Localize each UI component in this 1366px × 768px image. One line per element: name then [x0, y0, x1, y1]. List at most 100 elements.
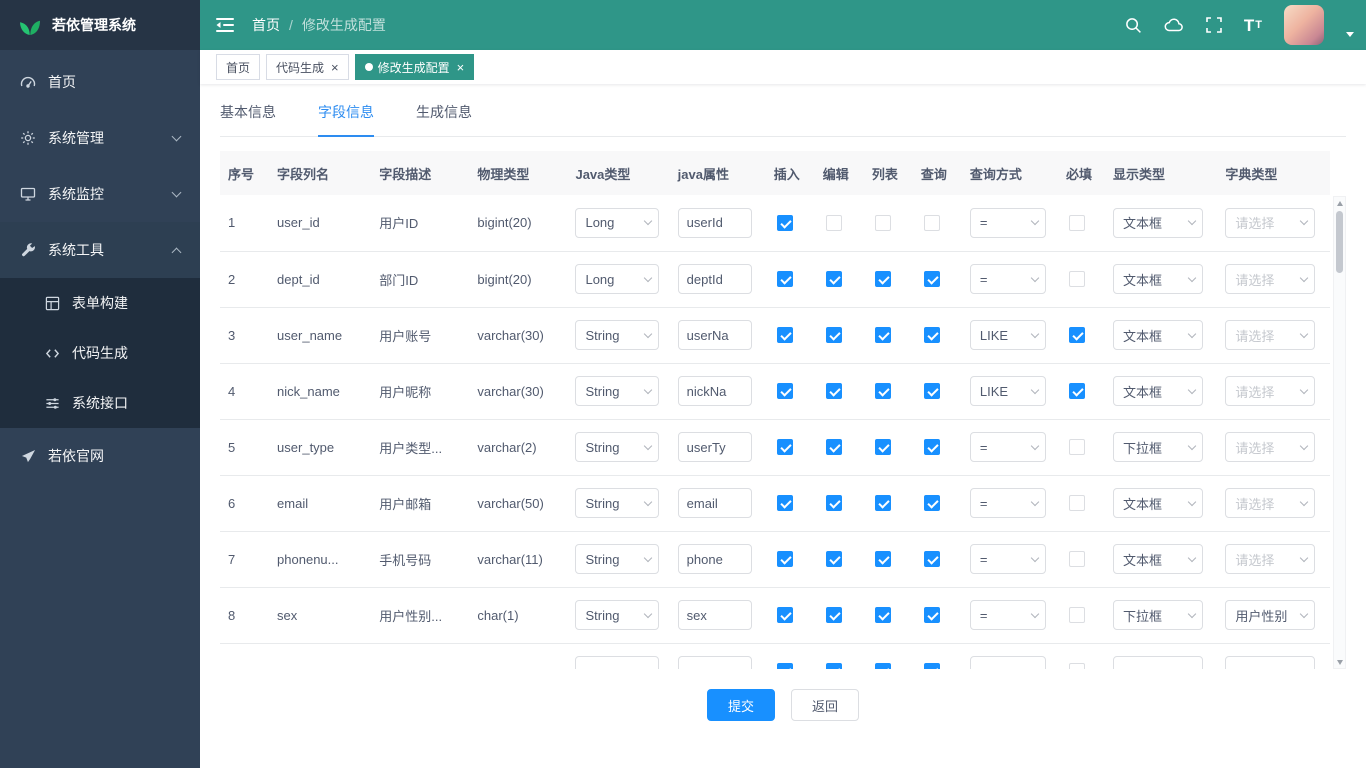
back-button[interactable]: 返回: [791, 689, 859, 721]
edit-checkbox[interactable]: [826, 383, 842, 399]
edit-checkbox[interactable]: [826, 607, 842, 623]
edit-checkbox[interactable]: [826, 495, 842, 511]
sidebar-item-form-builder[interactable]: 表单构建: [0, 278, 200, 328]
html-type-select[interactable]: 文本框: [1113, 376, 1203, 406]
scroll-up-arrow-icon[interactable]: [1334, 197, 1345, 209]
dict-type-select[interactable]: 请选择: [1225, 320, 1315, 350]
insert-checkbox[interactable]: [777, 495, 793, 511]
java-type-select[interactable]: Long: [575, 208, 659, 238]
sidebar-toggle-icon[interactable]: [216, 17, 234, 33]
required-checkbox[interactable]: [1069, 383, 1085, 399]
sidebar-item-system-management[interactable]: 系统管理: [0, 110, 200, 166]
list-checkbox[interactable]: [875, 439, 891, 455]
java-type-select[interactable]: Long: [575, 264, 659, 294]
java-type-select[interactable]: String: [575, 432, 659, 462]
dict-type-select[interactable]: 请选择: [1225, 488, 1315, 518]
java-type-select[interactable]: String: [575, 488, 659, 518]
sidebar-item-system-monitoring[interactable]: 系统监控: [0, 166, 200, 222]
html-type-select[interactable]: 文本框: [1113, 208, 1203, 238]
insert-checkbox[interactable]: [777, 215, 793, 231]
java-field-input[interactable]: phone: [678, 544, 752, 574]
html-type-select[interactable]: 文本框: [1113, 264, 1203, 294]
required-checkbox[interactable]: [1069, 271, 1085, 287]
java-type-select[interactable]: String: [575, 376, 659, 406]
html-type-select[interactable]: [1113, 656, 1203, 669]
edit-checkbox[interactable]: [826, 663, 842, 669]
java-field-input[interactable]: email: [678, 488, 752, 518]
scroll-down-arrow-icon[interactable]: [1334, 656, 1345, 668]
required-checkbox[interactable]: [1069, 439, 1085, 455]
java-field-input[interactable]: nickNa: [678, 376, 752, 406]
query-type-select[interactable]: =: [970, 600, 1046, 630]
query-checkbox[interactable]: [924, 663, 940, 669]
search-icon[interactable]: [1125, 17, 1142, 34]
list-checkbox[interactable]: [875, 215, 891, 231]
tag-home[interactable]: 首页: [216, 54, 260, 80]
required-checkbox[interactable]: [1069, 551, 1085, 567]
query-type-select[interactable]: [970, 656, 1046, 669]
tab-generate-info[interactable]: 生成信息: [416, 102, 472, 137]
query-type-select[interactable]: LIKE: [970, 320, 1046, 350]
html-type-select[interactable]: 下拉框: [1113, 432, 1203, 462]
sidebar-item-official-site[interactable]: 若依官网: [0, 428, 200, 484]
dict-type-select[interactable]: 请选择: [1225, 432, 1315, 462]
query-type-select[interactable]: =: [970, 432, 1046, 462]
required-checkbox[interactable]: [1069, 327, 1085, 343]
query-type-select[interactable]: =: [970, 544, 1046, 574]
sidebar-item-system-tools[interactable]: 系统工具: [0, 222, 200, 278]
table-scrollbar[interactable]: [1333, 196, 1346, 669]
java-type-select[interactable]: [575, 656, 659, 669]
dict-type-select[interactable]: 用户性别: [1225, 600, 1315, 630]
dict-type-select[interactable]: 请选择: [1225, 208, 1315, 238]
list-checkbox[interactable]: [875, 551, 891, 567]
list-checkbox[interactable]: [875, 495, 891, 511]
scrollbar-thumb[interactable]: [1336, 211, 1343, 273]
edit-checkbox[interactable]: [826, 551, 842, 567]
list-checkbox[interactable]: [875, 607, 891, 623]
submit-button[interactable]: 提交: [707, 689, 775, 721]
user-menu-caret-icon[interactable]: [1346, 32, 1354, 37]
close-icon[interactable]: ×: [331, 61, 339, 74]
query-checkbox[interactable]: [924, 215, 940, 231]
java-field-input[interactable]: userId: [678, 208, 752, 238]
insert-checkbox[interactable]: [777, 663, 793, 669]
query-checkbox[interactable]: [924, 551, 940, 567]
java-field-input[interactable]: sex: [678, 600, 752, 630]
dict-type-select[interactable]: 请选择: [1225, 544, 1315, 574]
insert-checkbox[interactable]: [777, 439, 793, 455]
edit-checkbox[interactable]: [826, 327, 842, 343]
html-type-select[interactable]: 下拉框: [1113, 600, 1203, 630]
font-size-icon[interactable]: T T: [1244, 17, 1262, 34]
query-checkbox[interactable]: [924, 383, 940, 399]
java-field-input[interactable]: userTy: [678, 432, 752, 462]
query-checkbox[interactable]: [924, 327, 940, 343]
fullscreen-icon[interactable]: [1206, 17, 1222, 33]
breadcrumb-home[interactable]: 首页: [252, 15, 280, 35]
sidebar-item-code-generation[interactable]: 代码生成: [0, 328, 200, 378]
query-type-select[interactable]: =: [970, 264, 1046, 294]
close-icon[interactable]: ×: [457, 61, 465, 74]
query-checkbox[interactable]: [924, 271, 940, 287]
required-checkbox[interactable]: [1069, 607, 1085, 623]
insert-checkbox[interactable]: [777, 607, 793, 623]
query-checkbox[interactable]: [924, 439, 940, 455]
insert-checkbox[interactable]: [777, 383, 793, 399]
app-logo[interactable]: 若依管理系统: [0, 0, 200, 50]
html-type-select[interactable]: 文本框: [1113, 488, 1203, 518]
sidebar-item-home[interactable]: 首页: [0, 54, 200, 110]
java-field-input[interactable]: [678, 656, 752, 669]
dict-type-select[interactable]: [1225, 656, 1315, 669]
dict-type-select[interactable]: 请选择: [1225, 376, 1315, 406]
list-checkbox[interactable]: [875, 383, 891, 399]
query-type-select[interactable]: =: [970, 208, 1046, 238]
user-avatar[interactable]: [1284, 5, 1324, 45]
sidebar-item-system-api[interactable]: 系统接口: [0, 378, 200, 428]
java-type-select[interactable]: String: [575, 544, 659, 574]
html-type-select[interactable]: 文本框: [1113, 544, 1203, 574]
java-type-select[interactable]: String: [575, 320, 659, 350]
tag-code-generation[interactable]: 代码生成 ×: [266, 54, 349, 80]
query-checkbox[interactable]: [924, 607, 940, 623]
list-checkbox[interactable]: [875, 271, 891, 287]
query-checkbox[interactable]: [924, 495, 940, 511]
insert-checkbox[interactable]: [777, 271, 793, 287]
